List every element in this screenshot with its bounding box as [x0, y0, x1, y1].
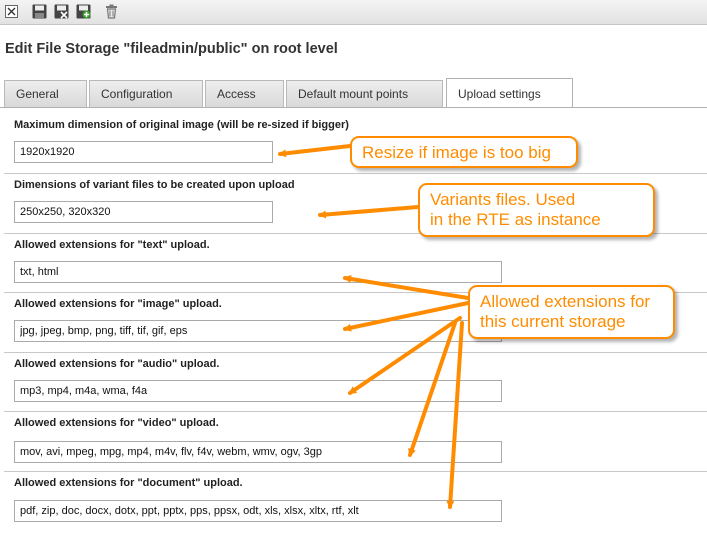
callout-extensions: Allowed extensions for this current stor… [468, 285, 675, 339]
image-extensions-input[interactable] [14, 320, 502, 342]
tab-bar: General Configuration Access Default mou… [0, 78, 707, 108]
callout-variants-line1: Variants files. Used [430, 190, 576, 209]
max-dimension-label: Maximum dimension of original image (wil… [14, 119, 349, 131]
variant-dimensions-label: Dimensions of variant files to be create… [14, 179, 295, 191]
callout-resize: Resize if image is too big [350, 136, 578, 168]
field-separator [4, 411, 707, 412]
text-extensions-label: Allowed extensions for "text" upload. [14, 239, 210, 251]
variant-dimensions-input[interactable] [14, 201, 273, 223]
image-extensions-label: Allowed extensions for "image" upload. [14, 298, 222, 310]
field-separator [4, 471, 707, 472]
document-extensions-label: Allowed extensions for "document" upload… [14, 477, 243, 489]
save-icon[interactable] [32, 4, 47, 19]
arrow-variants [318, 205, 420, 219]
text-extensions-input[interactable] [14, 261, 502, 283]
callout-extensions-line2: this current storage [480, 312, 626, 331]
video-extensions-input[interactable] [14, 441, 502, 463]
audio-extensions-input[interactable] [14, 380, 502, 402]
field-separator [4, 173, 707, 174]
close-icon[interactable] [5, 5, 18, 18]
save-and-new-icon[interactable] [76, 4, 91, 19]
tab-access[interactable]: Access [205, 80, 284, 107]
document-extensions-input[interactable] [14, 500, 502, 522]
delete-icon[interactable] [104, 4, 119, 19]
callout-extensions-line1: Allowed extensions for [480, 292, 651, 311]
arrow-document [446, 321, 464, 509]
callout-resize-text: Resize if image is too big [362, 143, 551, 162]
save-and-close-icon[interactable] [54, 4, 69, 19]
tab-upload-settings[interactable]: Upload settings [446, 78, 573, 108]
callout-variants-line2: in the RTE as instance [430, 210, 601, 229]
tab-divider [0, 107, 707, 108]
tab-default-mount-points[interactable]: Default mount points [286, 80, 443, 107]
field-separator [4, 352, 707, 353]
toolbar [0, 0, 707, 25]
arrow-resize [278, 144, 352, 158]
audio-extensions-label: Allowed extensions for "audio" upload. [14, 358, 220, 370]
max-dimension-input[interactable] [14, 141, 273, 163]
callout-variants: Variants files. Used in the RTE as insta… [418, 183, 655, 237]
tab-general[interactable]: General [4, 80, 87, 107]
video-extensions-label: Allowed extensions for "video" upload. [14, 417, 219, 429]
tab-configuration[interactable]: Configuration [89, 80, 203, 107]
page-title: Edit File Storage "fileadmin/public" on … [5, 41, 338, 57]
